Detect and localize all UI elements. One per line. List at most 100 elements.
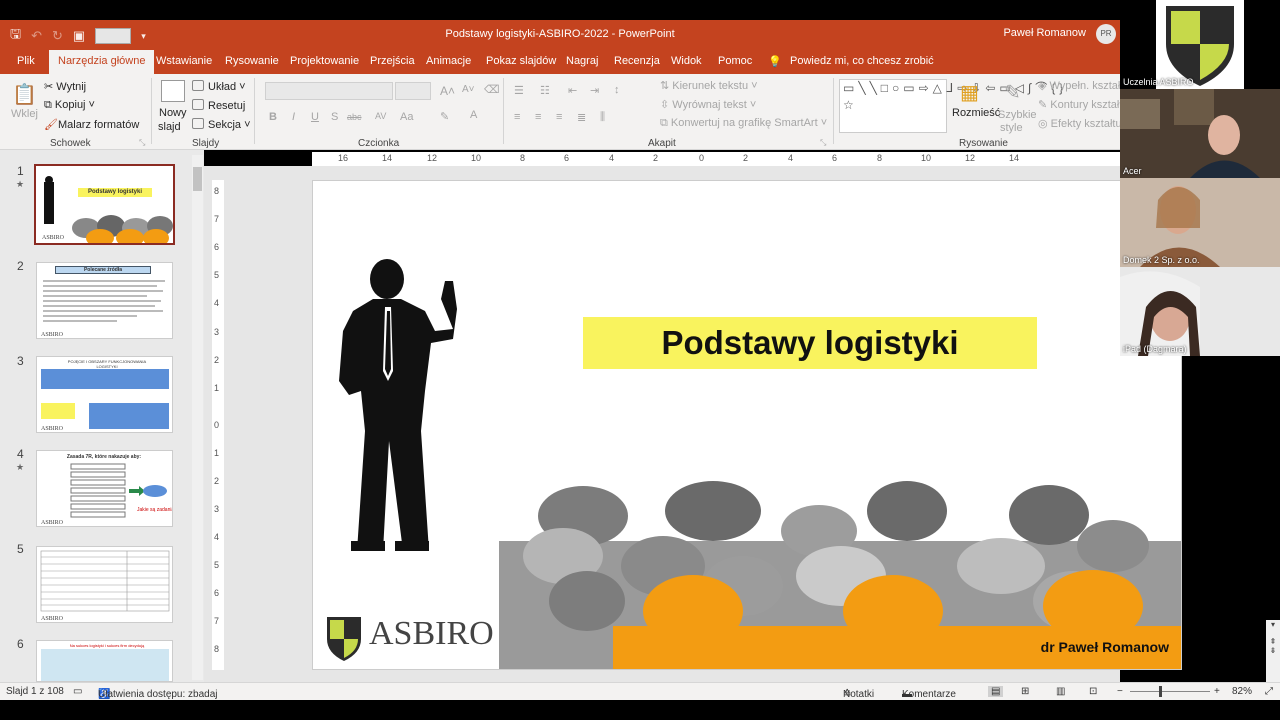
avatar[interactable]: PR bbox=[1096, 24, 1116, 44]
video-tile[interactable]: Uczelnia ASBIRO bbox=[1120, 0, 1280, 89]
tab-projektowanie[interactable]: Projektowanie bbox=[290, 55, 359, 67]
tell-me-search[interactable]: Powiedz mi, co chcesz zrobić bbox=[790, 55, 934, 67]
dialog-launcher-icon[interactable]: ⤡ bbox=[820, 138, 826, 148]
layout-button[interactable]: Układ ˅ bbox=[192, 80, 246, 93]
shapes-gallery[interactable]: ▭╲╲□○▭⇨△ᒧ⇨⇩⇦▭◁∫⌒{}☆ bbox=[839, 79, 1063, 133]
video-tile[interactable]: iPad (Dagmara) bbox=[1120, 267, 1280, 356]
slide-sorter-icon[interactable]: ⊞ bbox=[1021, 686, 1029, 697]
font-name-select[interactable] bbox=[265, 82, 393, 100]
align-text-button[interactable]: ⇳ Wyrównaj tekst ˅ bbox=[660, 98, 756, 111]
paste-icon[interactable]: 📋 bbox=[12, 82, 37, 107]
new-slide-label-2[interactable]: slajd bbox=[158, 121, 181, 133]
prev-slide-icon[interactable]: ⇞ bbox=[1266, 637, 1280, 646]
reading-view-icon[interactable]: ▥ bbox=[1056, 686, 1065, 697]
format-painter-button[interactable]: 🖌Malarz formatów bbox=[44, 118, 139, 131]
slide-author[interactable]: dr Paweł Romanow bbox=[1041, 639, 1169, 655]
spelling-icon[interactable]: ▭ bbox=[73, 686, 82, 697]
font-color-icon[interactable]: A bbox=[470, 109, 477, 121]
dialog-launcher-icon[interactable]: ⤡ bbox=[139, 138, 145, 148]
align-left-icon[interactable]: ≡ bbox=[514, 111, 520, 123]
quick-styles-label-1[interactable]: Szybkie bbox=[998, 109, 1037, 121]
tab-animacje[interactable]: Animacje bbox=[426, 55, 471, 67]
tab-nagraj[interactable]: Nagraj bbox=[566, 55, 598, 67]
tab-wstawianie[interactable]: Wstawianie bbox=[156, 55, 212, 67]
thumbnail-slide-5[interactable]: ASBIRO bbox=[36, 546, 173, 623]
new-slide-icon[interactable] bbox=[161, 80, 185, 102]
slide-title[interactable]: Podstawy logistyki bbox=[583, 317, 1037, 369]
tab-plik[interactable]: Plik bbox=[17, 55, 35, 67]
tab-rysowanie[interactable]: Rysowanie bbox=[225, 55, 279, 67]
underline-icon[interactable]: U bbox=[311, 111, 319, 123]
bullets-icon[interactable]: ☰ bbox=[514, 84, 524, 97]
copy-button[interactable]: ⧉ Kopiuj ˅ bbox=[44, 99, 95, 112]
highlight-icon[interactable]: ✎ bbox=[440, 110, 449, 123]
smartart-button[interactable]: ⧉ Konwertuj na grafikę SmartArt ˅ bbox=[660, 117, 827, 130]
change-case-icon[interactable]: Aa bbox=[400, 111, 413, 123]
paste-button[interactable]: Wklej bbox=[11, 108, 38, 120]
quick-styles-icon[interactable]: ✎ bbox=[1004, 80, 1021, 105]
zoom-slider[interactable] bbox=[1130, 691, 1210, 692]
justify-icon[interactable]: ≣ bbox=[577, 111, 586, 124]
fit-to-window-icon[interactable]: ⤢ bbox=[1265, 686, 1273, 697]
decrease-font-icon[interactable]: A˅ bbox=[462, 84, 475, 95]
zoom-slider-thumb[interactable] bbox=[1159, 686, 1162, 697]
slideshow-icon[interactable]: ⊡ bbox=[1089, 686, 1097, 697]
ruler-tick: 4 bbox=[609, 153, 615, 163]
participant-video bbox=[1120, 267, 1280, 356]
thumbnail-slide-3[interactable]: POJĘCIE I OBSZARY FUNKCJONOWANIA LOGISTY… bbox=[36, 356, 173, 433]
italic-icon[interactable]: I bbox=[292, 111, 295, 123]
char-spacing-icon[interactable]: AV bbox=[375, 111, 386, 121]
zoom-in-icon[interactable]: + bbox=[1214, 686, 1220, 697]
thumbnail-slide-4[interactable]: Zasada 7R, które nakazuje aby: Jakie są … bbox=[36, 450, 173, 527]
decrease-indent-icon[interactable]: ⇤ bbox=[568, 84, 577, 97]
canvas-scrollbar[interactable]: ▾ ⇞ ⇟ bbox=[1266, 620, 1280, 682]
increase-font-icon[interactable]: A˄ bbox=[440, 84, 455, 98]
tab-narzedzia-glowne[interactable]: Narzędzia główne bbox=[49, 50, 155, 74]
increase-indent-icon[interactable]: ⇥ bbox=[590, 84, 599, 97]
font-size-select[interactable] bbox=[395, 82, 431, 100]
brush-icon: 🖌 bbox=[44, 119, 58, 131]
numbering-icon[interactable]: ☷ bbox=[540, 84, 550, 97]
reset-button[interactable]: Resetuj bbox=[192, 99, 245, 112]
next-slide-icon[interactable]: ⇟ bbox=[1266, 646, 1280, 655]
bold-icon[interactable]: B bbox=[269, 111, 277, 123]
tab-przejscia[interactable]: Przejścia bbox=[370, 55, 415, 67]
thumbnails-scrollbar[interactable] bbox=[192, 155, 203, 680]
user-name[interactable]: Paweł Romanow bbox=[1003, 27, 1086, 39]
tab-widok[interactable]: Widok bbox=[671, 55, 702, 67]
tab-pokaz-slajdow[interactable]: Pokaz slajdów bbox=[486, 55, 556, 67]
section-button[interactable]: Sekcja ˅ bbox=[192, 118, 251, 131]
cut-button[interactable]: ✂ Wytnij bbox=[44, 80, 86, 93]
thumbnail-slide-2[interactable]: Polecane źródła ASBIRO bbox=[36, 262, 173, 339]
shape-outline-button[interactable]: ✎ Kontury kształtu bbox=[1038, 98, 1129, 111]
strikethrough-icon[interactable]: abc bbox=[347, 112, 362, 122]
svg-text:ASBIRO: ASBIRO bbox=[41, 520, 64, 526]
align-center-icon[interactable]: ≡ bbox=[535, 111, 541, 123]
zoom-level[interactable]: 82% bbox=[1232, 686, 1252, 697]
arrange-icon[interactable]: ▦ bbox=[960, 80, 979, 105]
new-slide-label-1[interactable]: Nowy bbox=[159, 107, 187, 119]
arrange-button[interactable]: Rozmieść bbox=[952, 107, 1000, 119]
thumbnail-slide-6[interactable]: Na sukces logistyki i sukces firm decydu… bbox=[36, 640, 173, 682]
columns-icon[interactable]: ⫼ bbox=[600, 111, 605, 124]
scrollbar-thumb[interactable] bbox=[193, 167, 202, 191]
tab-pomoc[interactable]: Pomoc bbox=[718, 55, 752, 67]
ruler-tick: 0 bbox=[699, 153, 705, 163]
slide-thumbnails-panel[interactable]: 1 ★ Podstawy logistyki ASBIRO 2 Polecane… bbox=[0, 150, 204, 682]
scroll-down-icon[interactable]: ▾ bbox=[1266, 620, 1280, 629]
video-tile[interactable]: Domek 2 Sp. z o.o. bbox=[1120, 178, 1280, 267]
tab-recenzja[interactable]: Recenzja bbox=[614, 55, 660, 67]
align-right-icon[interactable]: ≡ bbox=[556, 111, 562, 123]
shadow-icon[interactable]: S bbox=[331, 111, 338, 123]
thumbnail-slide-1[interactable]: Podstawy logistyki ASBIRO bbox=[34, 164, 175, 245]
slide-1[interactable]: Podstawy logistyki ASBIRO dr Paweł Roman… bbox=[312, 180, 1182, 670]
normal-view-icon[interactable]: ▤ bbox=[988, 686, 1004, 697]
clear-format-icon[interactable]: ⌫ bbox=[484, 83, 500, 96]
video-tile[interactable]: Acer bbox=[1120, 89, 1280, 178]
shape-fill-button[interactable]: ◈ Wypełn. kształtu bbox=[1038, 79, 1130, 92]
line-spacing-icon[interactable]: ↕ bbox=[614, 84, 620, 96]
zoom-out-icon[interactable]: − bbox=[1117, 686, 1123, 697]
shape-effects-button[interactable]: ◎ Efekty kształtu bbox=[1038, 117, 1122, 130]
quick-styles-label-2[interactable]: style bbox=[1000, 122, 1023, 134]
text-direction-button[interactable]: ⇅ Kierunek tekstu ˅ bbox=[660, 79, 758, 92]
